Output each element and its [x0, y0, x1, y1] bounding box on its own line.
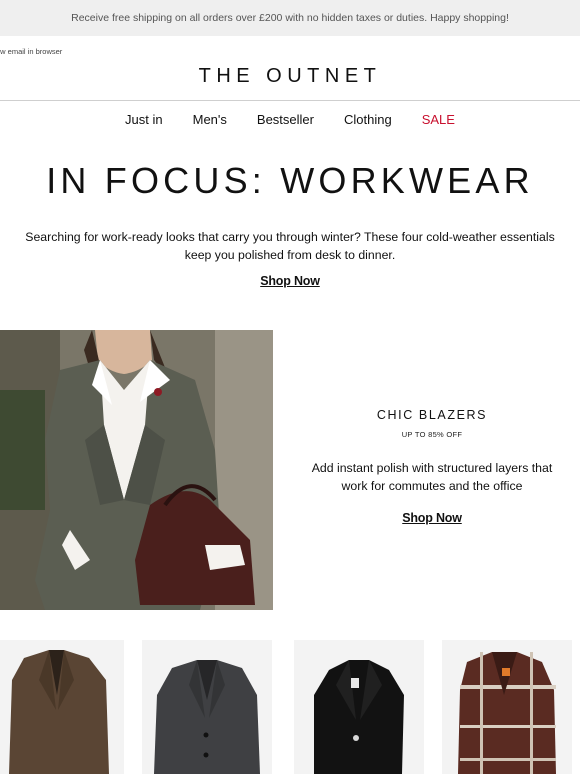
view-in-browser-link[interactable]: ew email in browser [0, 47, 62, 56]
intro-text: Searching for work-ready looks that carr… [10, 228, 570, 264]
feature-desc-line-1: Add instant polish with structured layer… [311, 461, 553, 475]
product-card-grey-blazer[interactable] [142, 640, 272, 774]
main-nav: Just in Men's Bestseller Clothing SALE [0, 112, 580, 127]
intro-line-1: Searching for work-ready looks that carr… [25, 230, 555, 244]
nav-item-just-in[interactable]: Just in [125, 112, 163, 127]
plaid-blazer-image [458, 652, 556, 774]
product-card-black-blazer[interactable] [294, 640, 424, 774]
nav-item-mens[interactable]: Men's [193, 112, 227, 127]
product-row [0, 640, 580, 774]
logo[interactable]: THE OUTNET [0, 65, 580, 88]
feature-block: CHIC BLAZERS UP TO 85% OFF Add instant p… [296, 408, 568, 527]
model-photo[interactable] [0, 330, 273, 610]
brown-blazer-image [9, 650, 109, 774]
page-headline: IN FOCUS: WORKWEAR [46, 160, 534, 201]
shipping-banner: Receive free shipping on all orders over… [0, 0, 580, 36]
intro-line-2: keep you polished from desk to dinner. [184, 248, 396, 262]
product-card-brown-blazer[interactable] [0, 640, 124, 774]
feature-description: Add instant polish with structured layer… [296, 459, 568, 495]
nav-item-sale[interactable]: SALE [422, 112, 455, 127]
feature-shop-now-link[interactable]: Shop Now [402, 511, 462, 525]
nav-item-bestseller[interactable]: Bestseller [257, 112, 314, 127]
nav-item-clothing[interactable]: Clothing [344, 112, 392, 127]
grey-blazer-image [154, 660, 260, 774]
feature-title: CHIC BLAZERS [376, 408, 488, 422]
hero-shop-now-link[interactable]: Shop Now [0, 274, 580, 288]
header-divider [0, 100, 580, 101]
shipping-banner-text: Receive free shipping on all orders over… [71, 12, 509, 24]
product-card-plaid-blazer[interactable] [442, 640, 572, 774]
black-blazer-image [314, 660, 404, 774]
model-photo-illustration [0, 330, 273, 610]
feature-subtitle: UP TO 85% OFF [401, 430, 463, 439]
feature-desc-line-2: work for commutes and the office [341, 479, 523, 493]
